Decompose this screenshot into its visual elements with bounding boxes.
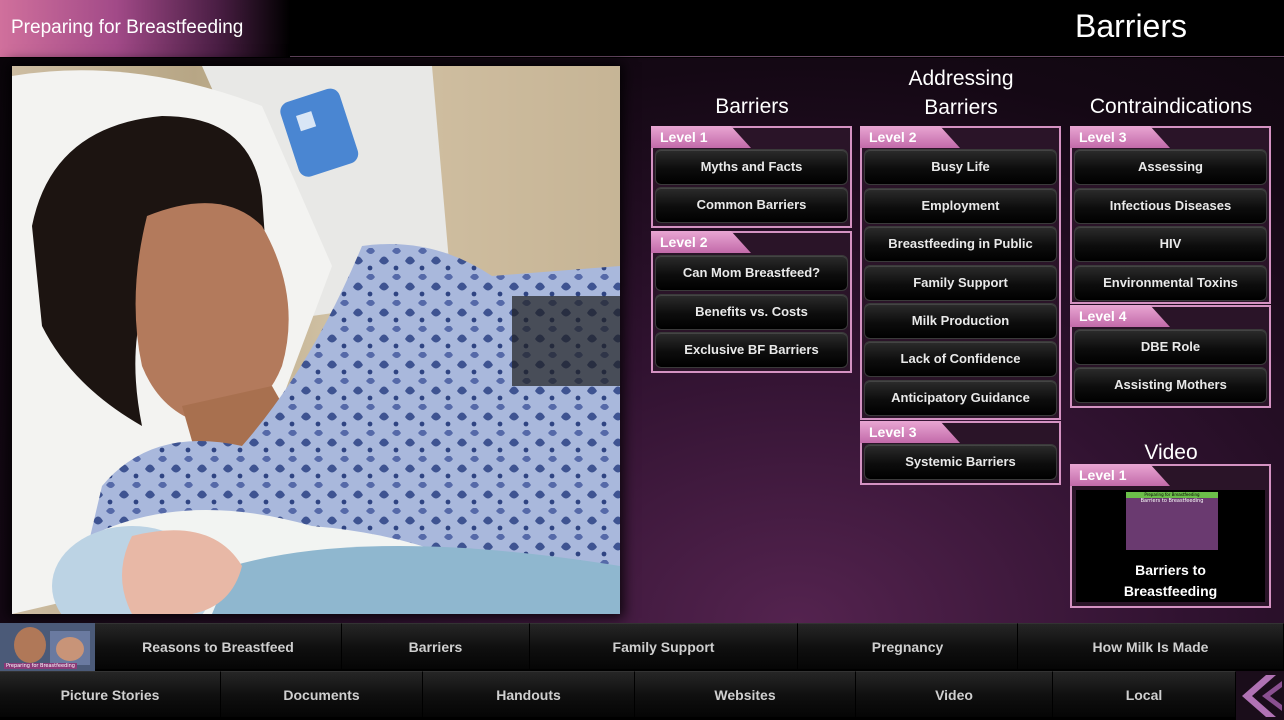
- nav-websites[interactable]: Websites: [635, 671, 856, 717]
- nav-documents[interactable]: Documents: [221, 671, 423, 717]
- hiv-button[interactable]: HIV: [1074, 226, 1267, 262]
- addressing-title-line1: Addressing: [908, 67, 1014, 90]
- family-support-button[interactable]: Family Support: [864, 265, 1057, 301]
- assessing-button[interactable]: Assessing: [1074, 149, 1267, 185]
- contraindications-column-title: Contraindications: [1089, 95, 1253, 118]
- header-bar: Preparing for Breastfeeding Barriers: [0, 0, 1284, 57]
- myths-and-facts-button[interactable]: Myths and Facts: [655, 149, 848, 185]
- bottom-navigation: Preparing for Breastfeeding Reasons to B…: [0, 623, 1284, 720]
- mother-and-baby-photo: [12, 66, 620, 614]
- nav-family-support[interactable]: Family Support: [530, 623, 798, 669]
- addressing-level2-panel: Level 2 Busy Life Employment Breastfeedi…: [860, 126, 1061, 420]
- busy-life-button[interactable]: Busy Life: [864, 149, 1057, 185]
- video-title-line2: Breastfeeding: [1123, 583, 1218, 599]
- level-tab: Level 1: [1070, 464, 1170, 486]
- video-title-line1: Barriers to: [1135, 562, 1206, 578]
- nav-how-milk-is-made[interactable]: How Milk Is Made: [1018, 623, 1284, 669]
- nav-barriers[interactable]: Barriers: [342, 623, 530, 669]
- app-thumbnail-label: Preparing for Breastfeeding: [4, 663, 77, 669]
- dbe-role-button[interactable]: DBE Role: [1074, 329, 1267, 365]
- level-tab: Level 2: [860, 126, 960, 148]
- video-level1-panel: Level 1 Preparing for Breastfeeding Barr…: [1070, 464, 1271, 608]
- barriers-level1-panel: Level 1 Myths and Facts Common Barriers: [651, 126, 852, 228]
- breastfeeding-in-public-button[interactable]: Breastfeeding in Public: [864, 226, 1057, 262]
- addressing-level3-panel: Level 3 Systemic Barriers: [860, 421, 1061, 485]
- level-tab: Level 3: [860, 421, 960, 443]
- assisting-mothers-button[interactable]: Assisting Mothers: [1074, 367, 1267, 403]
- systemic-barriers-button[interactable]: Systemic Barriers: [864, 444, 1057, 480]
- nav-video[interactable]: Video: [856, 671, 1053, 717]
- exclusive-bf-barriers-button[interactable]: Exclusive BF Barriers: [655, 332, 848, 368]
- can-mom-breastfeed-button[interactable]: Can Mom Breastfeed?: [655, 255, 848, 291]
- level-tab: Level 3: [1070, 126, 1170, 148]
- level-tab: Level 1: [651, 126, 751, 148]
- contraindications-level4-panel: Level 4 DBE Role Assisting Mothers: [1070, 305, 1271, 408]
- addressing-title-line2: Barriers: [924, 96, 998, 119]
- nav-picture-stories[interactable]: Picture Stories: [0, 671, 221, 717]
- nav-handouts[interactable]: Handouts: [423, 671, 635, 717]
- video-thumbnail-caption: Barriers to Breastfeeding: [1140, 498, 1204, 504]
- level-tab: Level 2: [651, 231, 751, 253]
- app-title: Preparing for Breastfeeding: [11, 17, 244, 38]
- nav-pregnancy[interactable]: Pregnancy: [798, 623, 1018, 669]
- app-thumbnail[interactable]: Preparing for Breastfeeding: [0, 623, 95, 671]
- nav-local[interactable]: Local: [1053, 671, 1236, 717]
- addressing-barriers-column-title: Addressing Barriers: [862, 64, 1060, 122]
- lack-of-confidence-button[interactable]: Lack of Confidence: [864, 341, 1057, 377]
- barriers-level2-panel: Level 2 Can Mom Breastfeed? Benefits vs.…: [651, 231, 852, 373]
- app-title-bar: Preparing for Breastfeeding: [0, 0, 290, 57]
- video-title: Barriers to Breastfeeding: [1076, 560, 1265, 602]
- milk-production-button[interactable]: Milk Production: [864, 303, 1057, 339]
- nav-reasons-to-breastfeed[interactable]: Reasons to Breastfeed: [95, 623, 342, 669]
- back-arrow-icon[interactable]: [1236, 671, 1284, 720]
- barriers-column-title: Barriers: [715, 95, 789, 118]
- employment-button[interactable]: Employment: [864, 188, 1057, 224]
- barriers-video-tile[interactable]: Preparing for Breastfeeding Barriers to …: [1076, 490, 1265, 602]
- common-barriers-button[interactable]: Common Barriers: [655, 187, 848, 223]
- anticipatory-guidance-button[interactable]: Anticipatory Guidance: [864, 380, 1057, 416]
- page-title: Barriers: [1074, 8, 1187, 44]
- main-content: Barriers Level 1 Myths and Facts Common …: [0, 58, 1284, 623]
- infectious-diseases-button[interactable]: Infectious Diseases: [1074, 188, 1267, 224]
- video-column-title: Video: [1144, 441, 1198, 464]
- benefits-vs-costs-button[interactable]: Benefits vs. Costs: [655, 294, 848, 330]
- contraindications-level3-panel: Level 3 Assessing Infectious Diseases HI…: [1070, 126, 1271, 304]
- environmental-toxins-button[interactable]: Environmental Toxins: [1074, 265, 1267, 301]
- level-tab: Level 4: [1070, 305, 1170, 327]
